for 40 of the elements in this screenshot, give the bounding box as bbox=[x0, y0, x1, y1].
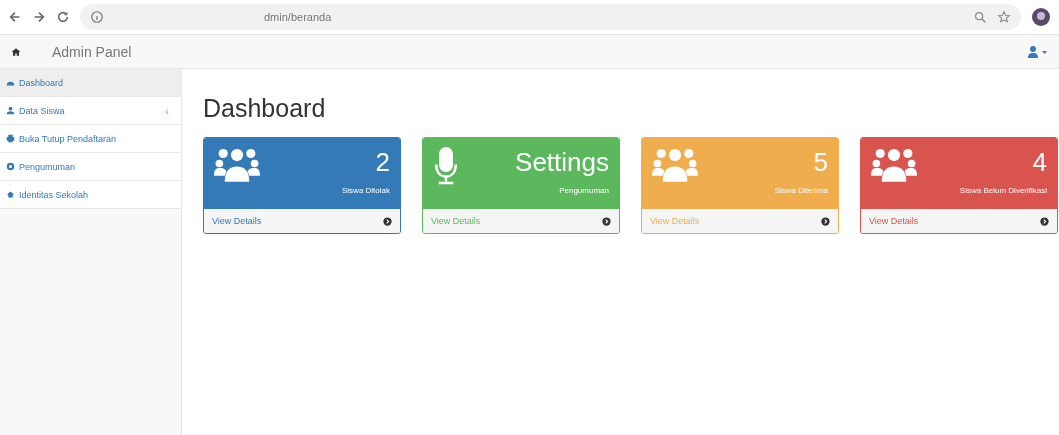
view-details-link[interactable]: View Details bbox=[861, 209, 1057, 233]
panel-value: 2 bbox=[375, 146, 390, 178]
view-details-link[interactable]: View Details bbox=[204, 209, 400, 233]
address-bar[interactable]: dmin/beranda bbox=[80, 4, 1021, 30]
user-icon bbox=[6, 106, 15, 115]
panel-caption: Pengumuman bbox=[559, 186, 609, 195]
panel-value: 5 bbox=[813, 146, 828, 178]
arrow-circle-icon bbox=[602, 216, 611, 226]
panel-caption: Siswa Diterima bbox=[774, 186, 828, 195]
gear-icon bbox=[6, 162, 15, 171]
sidebar-item[interactable]: Pengumuman bbox=[0, 153, 181, 181]
profile-avatar[interactable] bbox=[1031, 7, 1051, 27]
panel-caption: Siswa Belum Diverifikasi bbox=[959, 186, 1047, 195]
reload-icon[interactable] bbox=[56, 10, 70, 24]
arrow-circle-icon bbox=[1040, 216, 1049, 226]
sidebar-item[interactable]: Identitas Sekolah bbox=[0, 181, 181, 209]
microphone-icon bbox=[433, 146, 459, 186]
home-icon bbox=[6, 190, 15, 199]
sidebar-item[interactable]: Buka Tutup Pendaftaran bbox=[0, 125, 181, 153]
forward-icon[interactable] bbox=[32, 10, 46, 24]
user-menu-icon[interactable] bbox=[1027, 44, 1049, 59]
sidebar-item[interactable]: Data Siswa ‹ bbox=[0, 97, 181, 125]
back-icon[interactable] bbox=[8, 10, 22, 24]
url-text: dmin/beranda bbox=[264, 11, 332, 23]
arrow-circle-icon bbox=[821, 216, 830, 226]
info-icon bbox=[90, 10, 104, 24]
view-details-link[interactable]: View Details bbox=[423, 209, 619, 233]
zoom-icon[interactable] bbox=[973, 10, 987, 24]
arrow-circle-icon bbox=[383, 216, 392, 226]
sidebar-item[interactable]: Dashboard bbox=[0, 69, 181, 97]
users-icon bbox=[214, 146, 260, 184]
panel-value: 4 bbox=[1032, 146, 1047, 178]
users-icon bbox=[652, 146, 698, 184]
panel-caption: Siswa Ditolak bbox=[342, 186, 390, 195]
panel-value: Settings bbox=[515, 146, 609, 178]
chevron: ‹ bbox=[165, 104, 170, 117]
page-title: Dashboard bbox=[203, 94, 327, 123]
brand-title[interactable]: Admin Panel bbox=[52, 43, 132, 60]
users-icon bbox=[871, 146, 917, 184]
star-icon[interactable] bbox=[997, 10, 1011, 24]
